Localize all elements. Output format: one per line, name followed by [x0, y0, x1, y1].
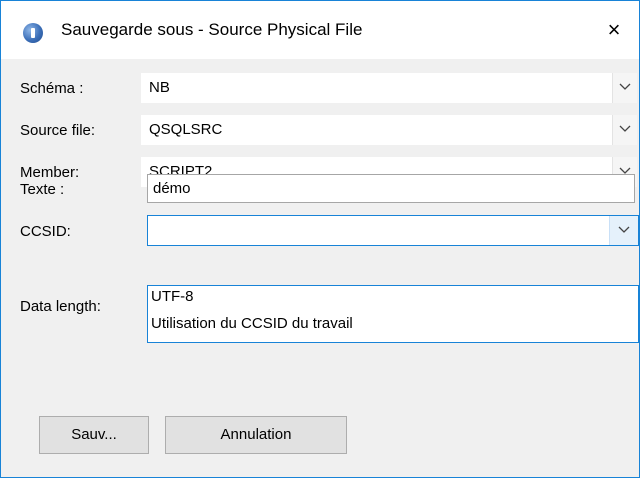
chevron-down-icon [619, 125, 631, 132]
schema-label: Schéma : [20, 80, 84, 97]
texte-input[interactable] [148, 175, 634, 202]
texte-field-wrapper [147, 174, 635, 203]
chevron-down-icon [619, 83, 631, 90]
ccsid-dropdown-list: UTF-8 Utilisation du CCSID du travail [147, 285, 639, 343]
source-file-value: QSQLSRC [149, 121, 223, 138]
cancel-button[interactable]: Annulation [165, 416, 347, 454]
ccsid-option-utf8[interactable]: UTF-8 [151, 288, 194, 305]
ccsid-option-job-ccsid[interactable]: Utilisation du CCSID du travail [151, 315, 353, 332]
data-length-label: Data length: [20, 298, 101, 315]
app-icon [23, 23, 43, 43]
ccsid-combobox[interactable] [147, 215, 639, 246]
source-file-dropdown-button[interactable] [612, 115, 637, 145]
member-label: Member: [20, 164, 80, 181]
chevron-down-icon [618, 226, 630, 233]
schema-combobox[interactable]: NB [141, 73, 637, 103]
window-title: Sauvegarde sous - Source Physical File [61, 20, 363, 39]
save-button[interactable]: Sauv... [39, 416, 149, 454]
save-as-dialog: Sauvegarde sous - Source Physical File ×… [0, 0, 640, 478]
close-icon[interactable]: × [599, 15, 629, 45]
source-file-combobox[interactable]: QSQLSRC [141, 115, 637, 145]
title-bar: Sauvegarde sous - Source Physical File × [1, 1, 639, 59]
texte-label: Texte : [20, 181, 65, 198]
source-file-label: Source file: [20, 122, 96, 139]
ccsid-label: CCSID: [20, 223, 71, 240]
schema-value: NB [149, 79, 170, 96]
ccsid-dropdown-button[interactable] [609, 216, 638, 245]
schema-dropdown-button[interactable] [612, 73, 637, 103]
